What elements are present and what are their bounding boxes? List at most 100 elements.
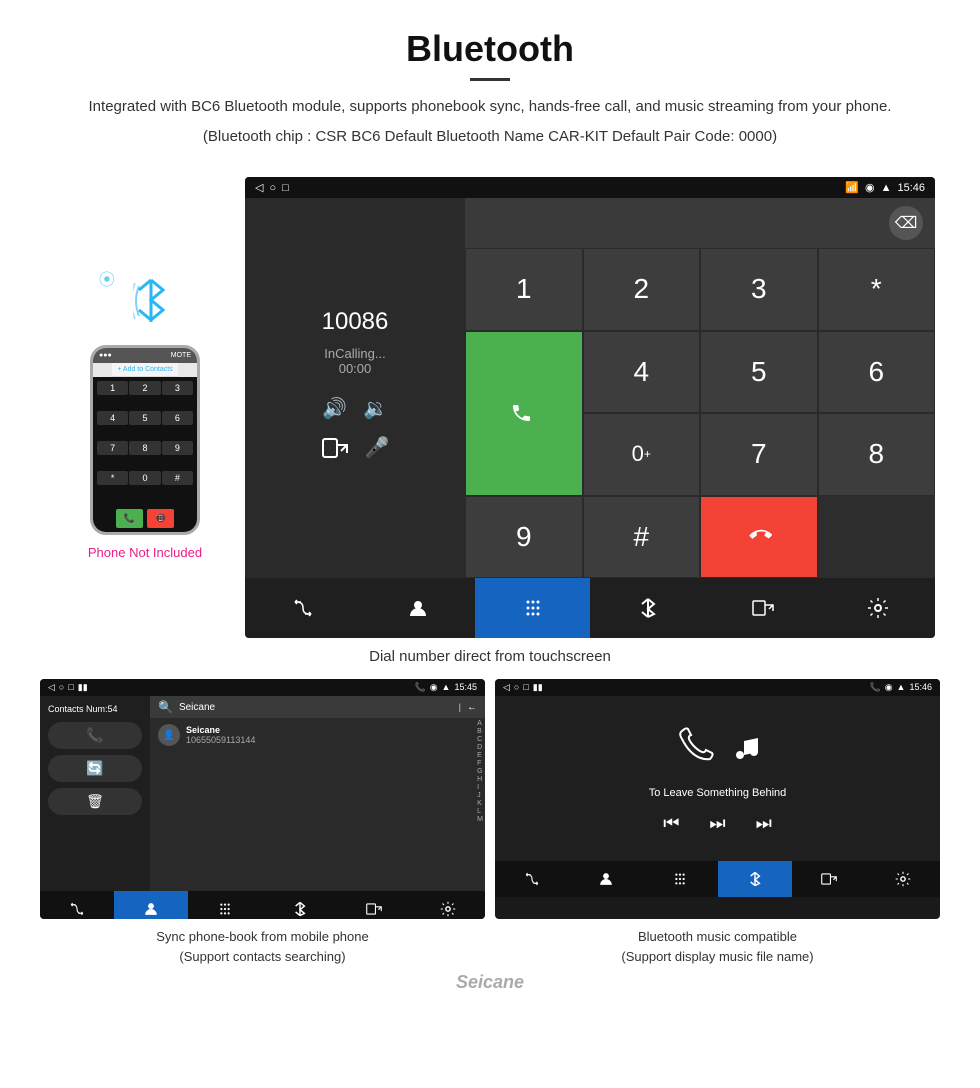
phone-signal-icon: 📞 (869, 682, 880, 693)
transfer-btn[interactable] (321, 435, 349, 469)
call-button[interactable] (465, 331, 583, 496)
play-pause-btn[interactable]: ⏭ (709, 813, 725, 834)
contacts-right-panel: 🔍 Seicane | ← 👤 Seicane 10655059113144 (150, 696, 485, 891)
contacts-caption-line1: Sync phone-book from mobile phone (156, 929, 368, 944)
bluetooth-info: (Bluetooth chip : CSR BC6 Default Blueto… (20, 125, 960, 149)
search-icon: 🔍 (158, 700, 173, 714)
contacts-nav-settings[interactable] (411, 891, 485, 919)
music-caption-line2: (Support display music file name) (621, 949, 813, 964)
phone-call-btn[interactable]: 📞 (116, 509, 143, 528)
numpad-key-0plus[interactable]: 0+ (583, 413, 701, 496)
contacts-search-input[interactable]: Seicane (179, 702, 453, 713)
location-icon: ◉ (430, 682, 438, 693)
phone-graphic: ⦿ ⁤ ●●● MOTE + Add (45, 177, 245, 638)
music-icon-area (674, 723, 762, 773)
contacts-call-btn[interactable]: 📞 (48, 722, 142, 749)
phone-mockup: ●●● MOTE + Add to Contacts 1 2 3 4 5 6 7… (90, 345, 200, 535)
end-call-button[interactable] (700, 496, 818, 579)
music-status-bar: ◁ ○ □ ▮▮ 📞 ◉ ▲ 15:46 (495, 679, 940, 696)
volume-up-btn[interactable]: 🔊 (322, 396, 347, 421)
music-nav-settings[interactable] (866, 861, 940, 897)
nav-phone-transfer[interactable] (705, 578, 820, 638)
music-controls[interactable]: ⏮ ⏭ ⏭ (663, 813, 772, 834)
main-caption: Dial number direct from touchscreen (0, 648, 980, 665)
contacts-bottom-nav[interactable] (40, 891, 485, 919)
alpha-f: F (477, 760, 483, 767)
recents-icon: □ (68, 682, 73, 693)
phone-key-9[interactable]: 9 (162, 441, 193, 455)
numpad-key-9[interactable]: 9 (465, 496, 583, 579)
numpad-key-3[interactable]: 3 (700, 248, 818, 331)
contacts-caption-line2: (Support contacts searching) (179, 949, 345, 964)
phone-key-6[interactable]: 6 (162, 411, 193, 425)
music-screen: ◁ ○ □ ▮▮ 📞 ◉ ▲ 15:46 (495, 679, 940, 919)
nav-call-transfer[interactable] (245, 578, 360, 638)
music-content: To Leave Something Behind ⏮ ⏭ ⏭ (495, 696, 940, 861)
backspace-btn[interactable]: ⌫ (889, 206, 923, 240)
phone-key-4[interactable]: 4 (97, 411, 128, 425)
numpad-key-5[interactable]: 5 (700, 331, 818, 414)
contacts-nav-bt[interactable] (263, 891, 337, 919)
sim-icon: ▮▮ (533, 682, 543, 693)
music-bottom-nav[interactable] (495, 861, 940, 897)
phone-key-3[interactable]: 3 (162, 381, 193, 395)
alpha-h: H (477, 776, 483, 783)
phone-key-5[interactable]: 5 (129, 411, 160, 425)
alpha-j: J (477, 792, 483, 799)
phone-key-2[interactable]: 2 (129, 381, 160, 395)
music-nav-dialpad[interactable] (643, 861, 717, 897)
music-nav-bt[interactable] (718, 861, 792, 897)
nav-settings[interactable] (820, 578, 935, 638)
phone-key-hash[interactable]: # (162, 471, 193, 485)
contacts-delete-btn[interactable]: 🗑 (48, 788, 142, 815)
contacts-sync-btn[interactable]: 🔄 (48, 755, 142, 782)
phone-key-0[interactable]: 0 (129, 471, 160, 485)
contacts-nav-dialpad[interactable] (188, 891, 262, 919)
alpha-e: E (477, 752, 483, 759)
search-back-icon[interactable]: ← (467, 702, 477, 713)
nav-contacts[interactable] (360, 578, 475, 638)
nav-bluetooth[interactable] (590, 578, 705, 638)
contact-phone: 10655059113144 (186, 735, 255, 745)
alpha-i: I (477, 784, 483, 791)
nav-dialpad[interactable] (475, 578, 590, 638)
dial-left-panel: 10086 InCalling... 00:00 🔊 🔉 🎤 (245, 198, 465, 578)
dial-bottom-nav[interactable] (245, 578, 935, 638)
numpad-key-star[interactable]: * (818, 248, 936, 331)
numpad-key-6[interactable]: 6 (818, 331, 936, 414)
contacts-nav-person[interactable] (114, 891, 188, 919)
music-nav-call[interactable] (495, 861, 569, 897)
alpha-a: A (477, 720, 483, 727)
contacts-nav-call[interactable] (40, 891, 114, 919)
music-nav-transfer[interactable] (792, 861, 866, 897)
contact-item[interactable]: 👤 Seicane 10655059113144 (150, 718, 485, 752)
phone-end-btn[interactable]: 📵 (147, 509, 174, 528)
phone-key-1[interactable]: 1 (97, 381, 128, 395)
contacts-clock: 15:45 (454, 682, 477, 693)
contacts-search-bar[interactable]: 🔍 Seicane | ← (150, 696, 485, 718)
numpad-key-2[interactable]: 2 (583, 248, 701, 331)
wifi-icon: ▲ (442, 682, 451, 693)
volume-down-btn[interactable]: 🔉 (363, 396, 388, 421)
mic-btn[interactable]: 🎤 (365, 435, 390, 469)
prev-track-btn[interactable]: ⏮ (663, 813, 679, 834)
location-icon: ◉ (865, 181, 875, 194)
phone-key-8[interactable]: 8 (129, 441, 160, 455)
numpad-key-1[interactable]: 1 (465, 248, 583, 331)
page-title: Bluetooth (20, 28, 960, 70)
numpad-key-hash[interactable]: # (583, 496, 701, 579)
alpha-c: C (477, 736, 483, 743)
phone-key-star[interactable]: * (97, 471, 128, 485)
music-nav-person[interactable] (569, 861, 643, 897)
numpad-key-8[interactable]: 8 (818, 413, 936, 496)
next-track-btn[interactable]: ⏭ (756, 813, 772, 834)
contacts-caption: Sync phone-book from mobile phone (Suppo… (156, 927, 368, 966)
phone-key-7[interactable]: 7 (97, 441, 128, 455)
back-icon: ◁ (255, 181, 263, 194)
dial-timer: 00:00 (339, 361, 372, 376)
numpad-key-4[interactable]: 4 (583, 331, 701, 414)
contacts-nav-transfer[interactable] (337, 891, 411, 919)
recents-icon: □ (523, 682, 528, 693)
music-caption-line1: Bluetooth music compatible (638, 929, 797, 944)
numpad-key-7[interactable]: 7 (700, 413, 818, 496)
